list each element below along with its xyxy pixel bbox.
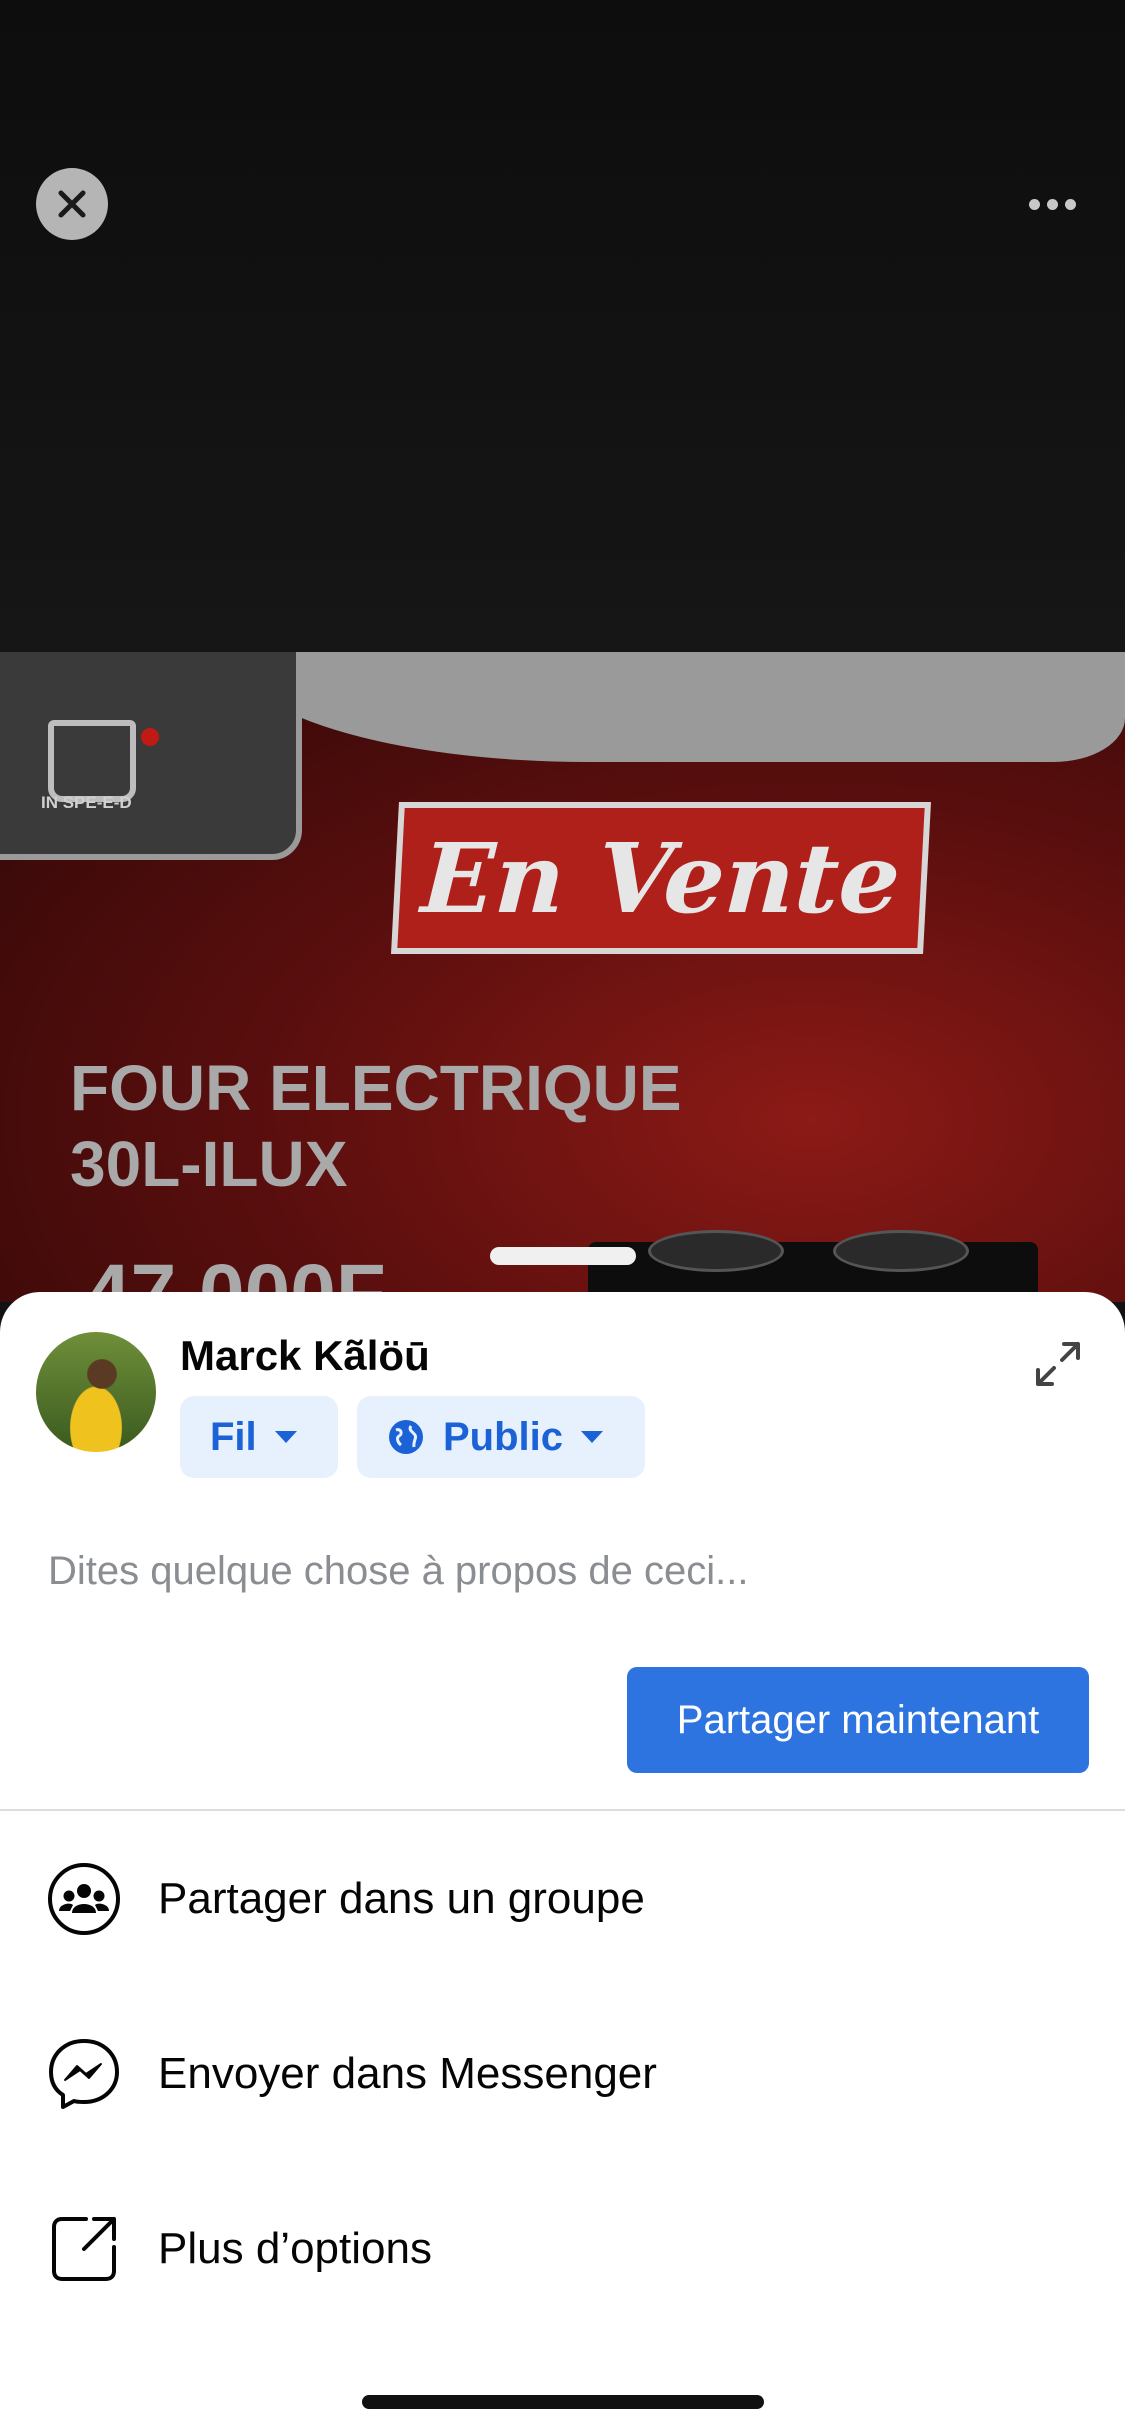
destination-selector[interactable]: Fil bbox=[180, 1396, 338, 1478]
caret-down-icon bbox=[581, 1431, 604, 1443]
share-comment-input[interactable] bbox=[48, 1536, 1068, 1606]
ad-sale-banner: En Vente bbox=[391, 802, 931, 954]
shared-post-image: IN SPE-E-D En Vente FOUR ELECTRIQUE 30L-… bbox=[0, 652, 1125, 1302]
user-name: Marck Kãlöū bbox=[180, 1332, 430, 1379]
caret-down-icon bbox=[274, 1431, 297, 1443]
shopping-bag-icon bbox=[48, 720, 136, 802]
audience-selector[interactable]: Public bbox=[357, 1396, 645, 1478]
share-to-group-label: Partager dans un groupe bbox=[158, 1874, 645, 1923]
more-options-item[interactable]: Plus d’options bbox=[0, 2189, 1125, 2309]
ad-logo-text: IN SPE-E-D bbox=[41, 793, 132, 812]
home-indicator[interactable] bbox=[362, 2395, 764, 2409]
ad-headline-line2: 30L-ILUX bbox=[70, 1128, 348, 1200]
globe-icon bbox=[389, 1420, 423, 1454]
external-share-icon bbox=[52, 2217, 116, 2281]
more-dot bbox=[1028, 198, 1040, 210]
send-in-messenger-option[interactable]: Envoyer dans Messenger bbox=[0, 2014, 1125, 2134]
close-icon bbox=[58, 190, 86, 218]
audience-label: Public bbox=[443, 1414, 564, 1459]
media-viewer-header bbox=[0, 0, 1125, 652]
share-to-group-option[interactable]: Partager dans un groupe bbox=[0, 1839, 1125, 1959]
more-options-button[interactable] bbox=[1020, 186, 1084, 222]
expand-icon[interactable] bbox=[1030, 1336, 1086, 1392]
more-dot bbox=[1064, 198, 1076, 210]
divider bbox=[0, 1809, 1125, 1811]
burner bbox=[833, 1230, 969, 1272]
sheet-drag-handle[interactable] bbox=[490, 1247, 636, 1265]
group-icon bbox=[48, 1863, 120, 1935]
more-options-label: Plus d’options bbox=[158, 2224, 432, 2273]
send-in-messenger-label: Envoyer dans Messenger bbox=[158, 2049, 657, 2098]
ad-headline-line1: FOUR ELECTRIQUE bbox=[70, 1052, 682, 1124]
share-now-label: Partager maintenant bbox=[676, 1697, 1040, 1742]
ad-logo: IN SPE-E-D bbox=[0, 652, 302, 860]
burner bbox=[648, 1230, 784, 1272]
messenger-icon bbox=[49, 2039, 119, 2109]
more-dot bbox=[1046, 198, 1058, 210]
share-now-button[interactable]: Partager maintenant bbox=[627, 1667, 1089, 1773]
destination-label: Fil bbox=[210, 1414, 257, 1459]
ad-sale-banner-text: En Vente bbox=[418, 821, 904, 935]
ad-grunge-decoration bbox=[230, 652, 1125, 762]
avatar bbox=[36, 1332, 156, 1452]
ad-headline: FOUR ELECTRIQUE 30L-ILUX bbox=[70, 1050, 682, 1202]
logo-dot bbox=[141, 728, 159, 746]
close-button[interactable] bbox=[36, 168, 108, 240]
share-sheet: Marck Kãlöū Fil Public Partager maintena… bbox=[0, 1292, 1125, 2436]
